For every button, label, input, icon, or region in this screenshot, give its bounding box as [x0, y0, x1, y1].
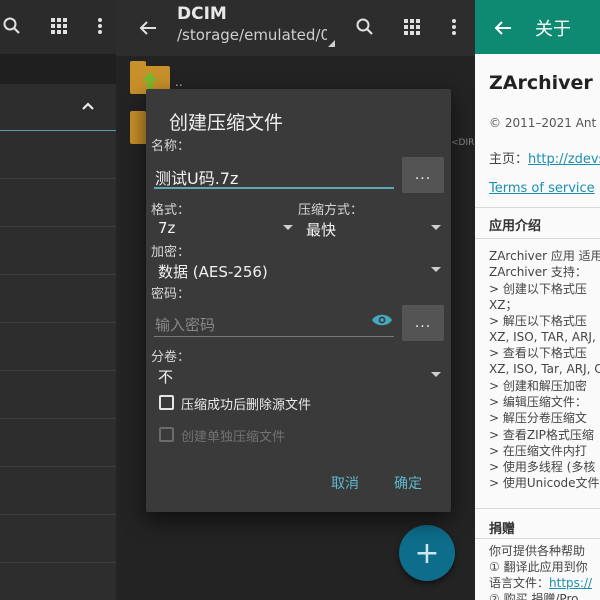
donate-line: 语言文件：: [489, 576, 550, 590]
intro-line: > 解压以下格式压: [489, 314, 587, 328]
list-divider: [0, 418, 116, 419]
password-label: 密码：: [151, 287, 191, 302]
grid-icon[interactable]: [47, 14, 71, 38]
eye-icon[interactable]: [370, 310, 394, 330]
intro-line: > 解压分卷压缩文: [489, 411, 587, 425]
split-label: 分卷：: [151, 350, 191, 365]
list-divider: [0, 514, 116, 515]
back-arrow-icon[interactable]: [491, 16, 515, 40]
donate-line: ② 购买 捐赠/Pro: [489, 592, 579, 600]
list-divider: [0, 466, 116, 467]
password-options-button[interactable]: ...: [402, 305, 444, 341]
encryption-select[interactable]: 数据 (AES-256): [158, 261, 268, 282]
homepage-row: 主页：http://zdevs: [489, 148, 600, 167]
grid-icon[interactable]: [400, 15, 424, 39]
copyright-text: © 2011–2021 Ant: [489, 116, 597, 130]
intro-line: ZArchiver 应用 适用: [489, 249, 600, 263]
intro-line: > 查看ZIP格式压缩: [489, 428, 594, 442]
intro-line: > 在压缩文件内打: [489, 444, 587, 458]
left-app-bar: [0, 0, 116, 54]
homepage-link[interactable]: http://zdevs: [528, 152, 600, 167]
compression-label: 压缩方式：: [298, 203, 364, 218]
ok-button[interactable]: 确定: [394, 473, 422, 493]
search-icon[interactable]: [353, 15, 377, 39]
format-select[interactable]: 7z: [158, 219, 175, 237]
intro-line: > 使用多线程 (多核: [489, 460, 596, 474]
intro-line: XZ；: [489, 298, 518, 312]
encryption-dropdown-icon[interactable]: [431, 267, 441, 272]
separate-archive-checkbox: [159, 427, 174, 442]
intro-line: > 使用Unicode文件: [489, 476, 600, 490]
donate-heading: 捐赠: [489, 522, 516, 537]
intro-line: ZArchiver 支持：: [489, 265, 587, 279]
delete-after-checkbox[interactable]: [159, 395, 174, 410]
list-divider: [0, 226, 116, 227]
more-vert-icon[interactable]: [88, 14, 112, 38]
compression-dropdown-icon[interactable]: [431, 225, 441, 230]
compression-select[interactable]: 最快: [306, 219, 336, 240]
chevron-up-icon[interactable]: [76, 94, 100, 118]
homepage-label: 主页：: [489, 152, 529, 167]
about-panel: 关于 ZArchiver P © 2011–2021 Ant 主页：http:/…: [475, 0, 600, 600]
parent-folder-label[interactable]: ..: [175, 75, 183, 89]
list-divider: [0, 322, 116, 323]
name-input-underline: [154, 187, 394, 189]
plus-icon: +: [414, 535, 440, 571]
section-divider: [475, 238, 600, 239]
section-divider: [475, 508, 600, 509]
delete-after-label[interactable]: 压缩成功后删除源文件: [181, 394, 311, 413]
search-icon[interactable]: [0, 14, 24, 38]
format-label: 格式：: [151, 203, 191, 218]
password-input[interactable]: 输入密码: [155, 314, 215, 335]
intro-line: XZ, ISO, TAR, ARJ,: [489, 330, 596, 344]
file-browser-app-bar: DCIM /storage/emulated/0: [116, 0, 475, 56]
encryption-label: 加密：: [151, 245, 191, 260]
section-divider: [475, 207, 600, 208]
intro-line: > 编辑压缩文件：: [489, 395, 587, 409]
folder-title: DCIM: [177, 4, 227, 24]
password-input-underline: [154, 336, 394, 337]
separate-archive-label: 创建单独压缩文件: [181, 430, 286, 445]
left-card-divider: [0, 130, 116, 131]
section-divider: [475, 538, 600, 539]
list-divider: [0, 274, 116, 275]
intro-line: > 创建以下格式压: [489, 282, 587, 296]
donate-line: 你可提供各种帮助: [489, 544, 586, 558]
donate-line: ① 翻译此应用到你: [489, 560, 588, 574]
intro-line: XZ, ISO, Tar, ARJ, C: [489, 362, 600, 376]
left-list-card: [0, 84, 116, 600]
terms-link[interactable]: Terms of service: [489, 181, 595, 196]
list-divider: [0, 178, 116, 179]
intro-line: > 创建和解压加密: [489, 379, 587, 393]
split-select[interactable]: 不: [158, 366, 173, 387]
name-label: 名称：: [151, 139, 191, 154]
path-dropdown-icon[interactable]: [328, 40, 335, 47]
intro-heading: 应用介绍: [489, 219, 542, 234]
more-vert-icon[interactable]: [442, 15, 466, 39]
about-app-bar: 关于: [475, 0, 600, 54]
create-archive-dialog: 创建压缩文件 名称： 测试U码.7z ... 格式： 7z 压缩方式： 最快 加…: [146, 89, 451, 512]
browse-name-button[interactable]: ...: [402, 157, 444, 193]
donate-link[interactable]: https://: [549, 576, 592, 590]
cancel-button[interactable]: 取消: [331, 473, 359, 493]
list-divider: [0, 370, 116, 371]
dir-tag: <DIR>: [451, 138, 475, 148]
folder-path[interactable]: /storage/emulated/0: [177, 26, 327, 44]
format-dropdown-icon[interactable]: [283, 225, 293, 230]
dialog-title: 创建压缩文件: [169, 112, 284, 134]
archive-name-input[interactable]: 测试U码.7z: [155, 165, 238, 189]
add-fab-button[interactable]: +: [399, 525, 455, 581]
left-panel: [0, 0, 116, 600]
about-title: 关于: [535, 19, 571, 40]
list-divider: [0, 562, 116, 563]
app-name: ZArchiver P: [489, 72, 600, 94]
donate-row: 语言文件：https://: [489, 575, 592, 591]
back-arrow-icon[interactable]: [136, 16, 160, 40]
split-dropdown-icon[interactable]: [431, 372, 441, 377]
intro-line: > 查看以下格式压: [489, 346, 587, 360]
